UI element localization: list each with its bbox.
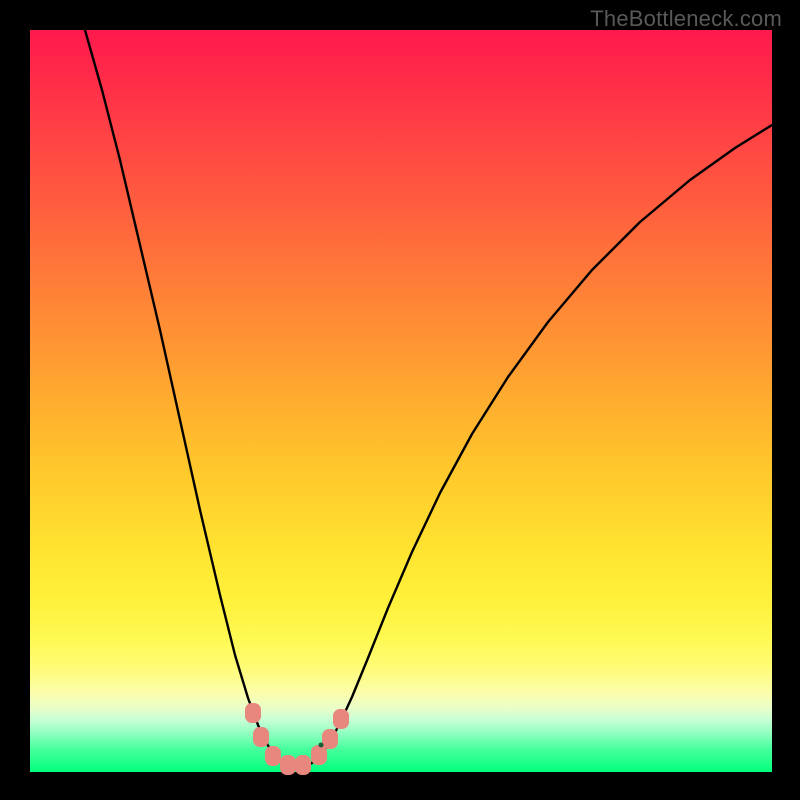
curve-marker: [253, 727, 269, 747]
curve-marker: [322, 729, 338, 749]
curve-marker: [333, 709, 349, 729]
curve-markers: [30, 30, 772, 772]
curve-marker: [265, 746, 281, 766]
curve-marker: [295, 755, 311, 775]
notch-point: [319, 743, 324, 748]
chart-plot-area: [30, 30, 772, 772]
curve-marker: [245, 703, 261, 723]
watermark-text: TheBottleneck.com: [590, 6, 782, 32]
curve-marker: [280, 755, 296, 775]
